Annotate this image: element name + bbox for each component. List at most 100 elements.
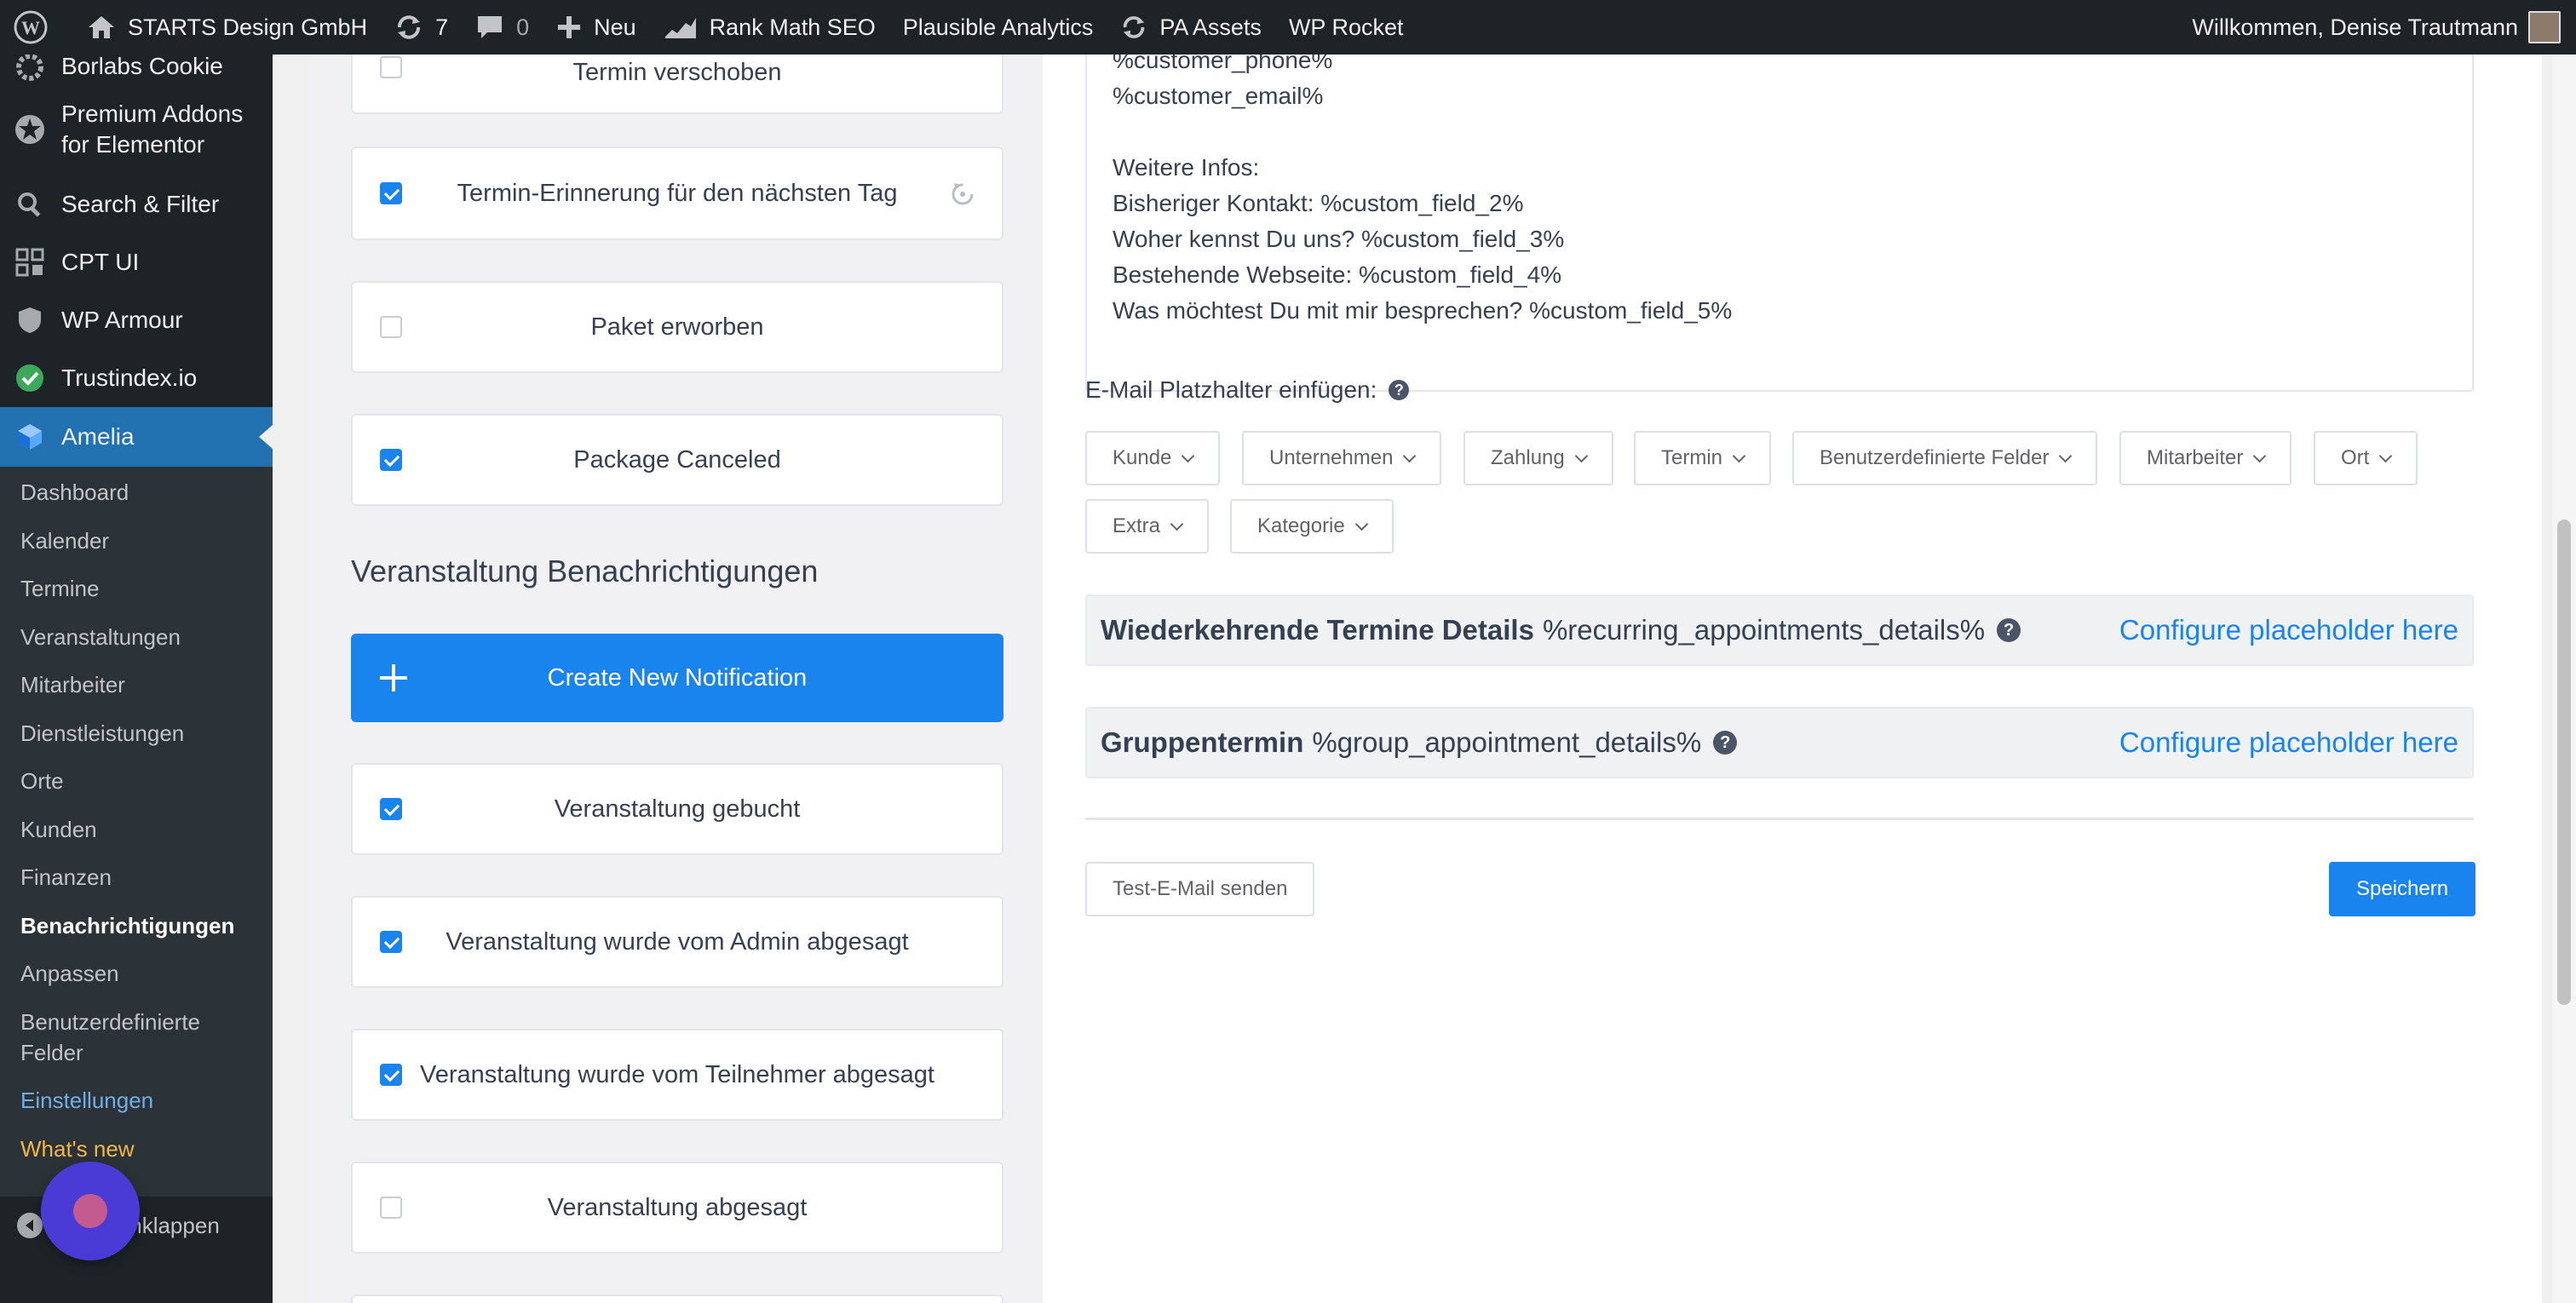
new-content-link[interactable]: Neu: [543, 0, 650, 55]
submenu-whats-new[interactable]: What's new: [0, 1134, 273, 1164]
dropdown-kategorie[interactable]: Kategorie: [1230, 499, 1394, 554]
submenu-einstellungen[interactable]: Einstellungen: [0, 1085, 273, 1116]
create-notification-button[interactable]: Create New Notification: [351, 634, 1003, 722]
submenu-anpassen[interactable]: Anpassen: [0, 958, 273, 989]
plus-icon: [556, 14, 582, 40]
send-test-email-button[interactable]: Test-E-Mail senden: [1085, 862, 1315, 916]
notification-card-veranstaltung-gebucht[interactable]: Veranstaltung gebucht: [351, 763, 1003, 855]
dropdown-termin[interactable]: Termin: [1634, 431, 1772, 485]
chat-bubble-icon: [73, 1194, 107, 1228]
wordpress-logo-button[interactable]: W: [0, 0, 73, 55]
dropdown-unternehmen[interactable]: Unternehmen: [1242, 431, 1442, 485]
editor-line: Bisheriger Kontakt: %custom_field_2%: [1113, 190, 1524, 216]
reset-icon[interactable]: [949, 180, 976, 214]
trustindex-icon: [14, 362, 46, 394]
submenu-benutzerdefinierte-felder[interactable]: Benutzerdefinierte Felder: [0, 1007, 273, 1068]
avatar: [2528, 11, 2561, 43]
notification-checkbox[interactable]: [380, 798, 402, 820]
greeting: Willkommen, Denise Trautmann: [2192, 14, 2518, 40]
notification-card-teilnehmer-abgesagt[interactable]: Veranstaltung wurde vom Teilnehmer abges…: [351, 1029, 1003, 1121]
submenu-termine[interactable]: Termine: [0, 573, 273, 604]
dropdown-extra[interactable]: Extra: [1085, 499, 1210, 554]
chevron-down-icon: [1574, 449, 1589, 462]
notification-card-erinnerung[interactable]: Termin-Erinnerung für den nächsten Tag: [351, 146, 1003, 240]
notification-label: Termin verschoben: [572, 59, 782, 86]
notification-checkbox[interactable]: [380, 316, 402, 338]
help-icon[interactable]: ?: [1713, 731, 1738, 755]
my-account-link[interactable]: Willkommen, Denise Trautmann: [2178, 0, 2576, 55]
notification-checkbox[interactable]: [380, 56, 402, 78]
page-scrollbar[interactable]: [2552, 55, 2576, 1303]
notification-checkbox[interactable]: [380, 182, 402, 204]
notification-card-veranstaltung-abgesagt[interactable]: Veranstaltung abgesagt: [351, 1162, 1003, 1254]
updates-icon: [394, 13, 423, 42]
editor-line: Woher kennst Du uns? %custom_field_3%: [1113, 226, 1565, 252]
amelia-icon: [14, 421, 46, 453]
comments-link[interactable]: 0: [462, 0, 543, 55]
dropdown-mitarbeiter[interactable]: Mitarbeiter: [2119, 431, 2292, 485]
save-button[interactable]: Speichern: [2329, 862, 2476, 916]
scrollbar-thumb[interactable]: [2557, 519, 2571, 1005]
help-icon[interactable]: ?: [1389, 380, 1410, 400]
premium-addons-icon: [14, 113, 46, 146]
dropdown-zahlung[interactable]: Zahlung: [1463, 431, 1613, 485]
menu-label-line2: for Elementor: [61, 131, 205, 158]
submenu-veranstaltungen[interactable]: Veranstaltungen: [0, 622, 273, 652]
notification-card-admin-abgesagt[interactable]: Veranstaltung wurde vom Admin abgesagt: [351, 896, 1003, 988]
submenu-kalender[interactable]: Kalender: [0, 525, 273, 556]
menu-trustindex[interactable]: Trustindex.io: [0, 349, 273, 407]
notification-label: Paket erworben: [590, 313, 764, 341]
chevron-down-icon: [1403, 449, 1417, 462]
submenu-benachrichtigungen[interactable]: Benachrichtigungen: [0, 910, 273, 941]
rank-math-label: Rank Math SEO: [709, 14, 876, 40]
menu-premium-addons[interactable]: Premium Addons for Elementor: [0, 83, 273, 175]
configure-placeholder-link[interactable]: Configure placeholder here: [2119, 726, 2458, 759]
svg-text:W: W: [21, 17, 40, 38]
menu-borlabs-cookie[interactable]: Borlabs Cookie: [0, 53, 273, 83]
submenu-mitarbeiter[interactable]: Mitarbeiter: [0, 669, 273, 700]
admin-sidebar: Borlabs Cookie Premium Addons for Elemen…: [0, 53, 273, 1303]
notification-checkbox[interactable]: [380, 1064, 402, 1086]
submenu-finanzen[interactable]: Finanzen: [0, 862, 273, 893]
submenu-orte[interactable]: Orte: [0, 766, 273, 796]
notification-card-paket-erworben[interactable]: Paket erworben: [351, 281, 1003, 373]
submenu-kunden[interactable]: Kunden: [0, 814, 273, 845]
search-icon: [14, 188, 46, 221]
notification-card-partial[interactable]: [351, 1294, 1003, 1303]
menu-amelia[interactable]: Amelia: [0, 407, 273, 467]
menu-label: Trustindex.io: [61, 364, 198, 391]
comments-count: 0: [516, 14, 530, 40]
site-name-link[interactable]: STARTS Design GmbH: [73, 0, 381, 55]
plausible-link[interactable]: Plausible Analytics: [889, 0, 1107, 55]
submenu-dienstleistungen[interactable]: Dienstleistungen: [0, 718, 273, 749]
editor-line: Was möchtest Du mit mir besprechen? %cus…: [1113, 297, 1733, 324]
menu-search-filter[interactable]: Search & Filter: [0, 175, 273, 233]
notification-checkbox[interactable]: [380, 1197, 402, 1219]
menu-label: WP Armour: [61, 307, 183, 333]
content-area: Termin verschoben Termin-Erinnerung für …: [273, 37, 2576, 1303]
notification-label: Veranstaltung abgesagt: [547, 1193, 808, 1221]
recurring-details-bar: Wiederkehrende Termine Details %recurrin…: [1085, 594, 2474, 666]
menu-cpt-ui[interactable]: CPT UI: [0, 233, 273, 291]
updates-link[interactable]: 7: [381, 0, 462, 55]
borlabs-icon: [14, 51, 46, 83]
chevron-down-icon: [2059, 449, 2073, 462]
dropdown-benutzerdefinierte-felder[interactable]: Benutzerdefinierte Felder: [1792, 431, 2098, 485]
dropdown-ort[interactable]: Ort: [2314, 431, 2418, 485]
dropdown-kunde[interactable]: Kunde: [1085, 431, 1221, 485]
notification-card-package-canceled[interactable]: Package Canceled: [351, 414, 1003, 506]
notification-checkbox[interactable]: [380, 931, 402, 953]
admin-bar: W STARTS Design GmbH 7 0 Neu Rank Math S…: [0, 0, 2576, 55]
wp-rocket-link[interactable]: WP Rocket: [1275, 0, 1417, 55]
submenu-dashboard[interactable]: Dashboard: [0, 477, 273, 508]
menu-wp-armour[interactable]: WP Armour: [0, 291, 273, 349]
pa-assets-link[interactable]: PA Assets: [1107, 0, 1275, 55]
refresh-icon: [1120, 14, 1147, 41]
notification-checkbox[interactable]: [380, 449, 402, 471]
email-body-editor[interactable]: %customer_phone% %customer_email% Weiter…: [1085, 37, 2474, 392]
updates-count: 7: [435, 14, 449, 40]
help-icon[interactable]: ?: [1997, 618, 2021, 642]
rank-math-link[interactable]: Rank Math SEO: [650, 0, 889, 55]
configure-placeholder-link[interactable]: Configure placeholder here: [2119, 614, 2458, 646]
chat-bubble-button[interactable]: [41, 1162, 140, 1260]
